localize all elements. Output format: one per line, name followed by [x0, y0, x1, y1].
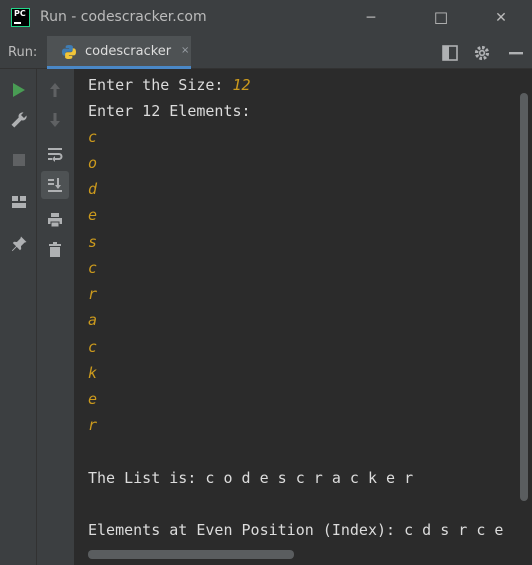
arrow-down-icon[interactable]: [46, 111, 64, 129]
maximize-button[interactable]: ☐: [418, 0, 464, 36]
elements-prompt: Enter 12 Elements:: [88, 102, 251, 120]
vertical-scrollbar-thumb[interactable]: [520, 93, 528, 501]
input-element: k: [88, 364, 98, 382]
scroll-to-end-toggle[interactable]: [41, 171, 69, 199]
window-title: Run - codescracker.com: [40, 9, 207, 25]
pin-icon[interactable]: [10, 235, 28, 253]
scroll-to-end-icon: [48, 178, 62, 192]
console-tool-strip: [37, 69, 74, 565]
size-prompt: Enter the Size:: [88, 76, 233, 94]
logo-text: PC: [14, 9, 26, 18]
input-element: d: [88, 180, 98, 198]
title-bar: PC Run - codescracker.com ─ ☐ ✕: [0, 0, 532, 36]
minimize-button[interactable]: ─: [348, 0, 394, 36]
python-icon: [62, 45, 76, 59]
maximize-icon: ☐: [433, 8, 449, 28]
stop-icon[interactable]: [10, 151, 28, 169]
horizontal-scrollbar-thumb[interactable]: [88, 550, 294, 559]
gear-icon[interactable]: [473, 44, 491, 62]
arrow-up-icon[interactable]: [46, 81, 64, 99]
trash-icon[interactable]: [46, 241, 64, 259]
console-output[interactable]: Enter the Size: 12 Enter 12 Elements: c …: [74, 69, 517, 565]
restore-layout-icon[interactable]: [441, 44, 459, 62]
layout-icon[interactable]: [10, 193, 28, 211]
print-icon[interactable]: [46, 211, 64, 229]
input-element: e: [88, 390, 98, 408]
input-element: c: [88, 128, 98, 146]
hide-icon[interactable]: [507, 44, 525, 62]
list-output-line: The List is: c o d e s c r a c k e r: [88, 469, 414, 487]
input-element: s: [88, 233, 98, 251]
run-toolbar: Run: codescracker ×: [0, 36, 532, 69]
left-tool-strip: [0, 69, 37, 565]
pycharm-logo-icon: PC: [11, 8, 30, 27]
wrench-icon[interactable]: [10, 111, 28, 129]
soft-wrap-icon[interactable]: [46, 145, 64, 163]
close-icon: ✕: [495, 10, 507, 26]
size-prompt-line: Enter the Size: 12: [88, 75, 251, 95]
minimize-icon: ─: [366, 10, 376, 26]
run-icon[interactable]: [10, 81, 28, 99]
tab-close-icon[interactable]: ×: [181, 45, 189, 56]
input-element: c: [88, 259, 98, 277]
run-tab-codescracker[interactable]: codescracker ×: [47, 36, 191, 69]
input-element: r: [88, 416, 98, 434]
even-position-output-line: Elements at Even Position (Index): c d s…: [88, 521, 504, 539]
close-button[interactable]: ✕: [478, 0, 524, 36]
input-element: r: [88, 285, 98, 303]
input-element: o: [88, 154, 98, 172]
input-element: e: [88, 206, 98, 224]
size-input-value: 12: [232, 76, 251, 94]
run-label: Run:: [8, 45, 38, 60]
input-element: a: [88, 311, 98, 329]
tab-label: codescracker: [85, 44, 172, 59]
input-element: c: [88, 338, 98, 356]
